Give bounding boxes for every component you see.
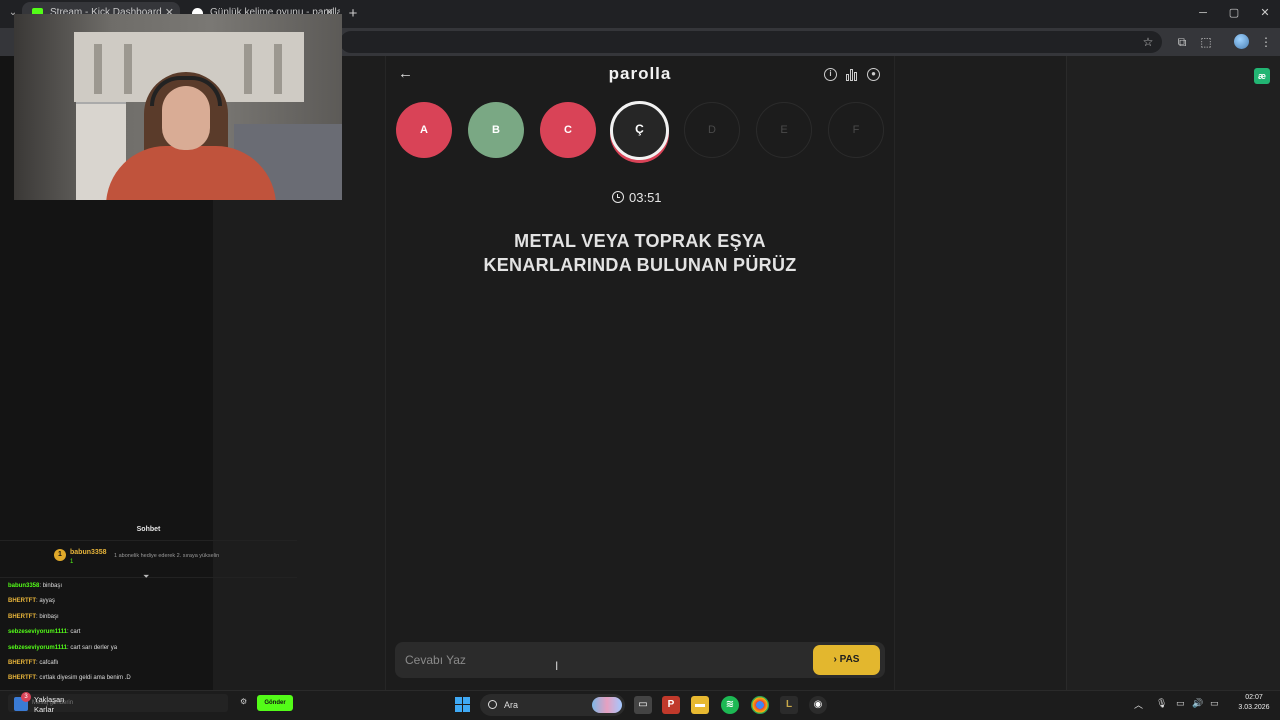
microphone-icon[interactable]: 🎙 (1156, 698, 1167, 709)
chat-username[interactable]: BHERTFT (8, 660, 36, 666)
chat-text: : cafcaflı (36, 659, 59, 666)
bed-rail (94, 44, 102, 94)
chat-text: : binbaşı (39, 583, 63, 589)
bed-rail (244, 44, 252, 94)
chat-username[interactable]: BHERTFT (8, 675, 36, 681)
profile-avatar[interactable] (1234, 34, 1249, 49)
chat-send-button[interactable]: Gönder (257, 695, 293, 711)
pinned-message: 1 abonelik hediye ederek 2. sıraya yükse… (114, 553, 220, 559)
page-title: parolla (608, 64, 672, 83)
chat-text: : binbaşı (36, 613, 59, 620)
taskbar-clock[interactable]: 02:07 3.03.2026 (1232, 693, 1276, 713)
chat-text: : cart (67, 629, 81, 636)
chat-settings-icon[interactable]: ⚙ (240, 697, 247, 706)
weather-widget[interactable]: 3 Yaklaşan Karlar (14, 692, 94, 717)
text-cursor-icon: I (555, 659, 559, 673)
chat-text: : cırtlak diyesim geldi ama benim .D (36, 675, 131, 682)
letter-circle-e: E (756, 102, 812, 158)
chevron-right-icon: › (833, 654, 837, 665)
chat-username[interactable]: babun3358 (8, 583, 39, 589)
bookmark-star-icon[interactable]: ☆ (1140, 34, 1156, 50)
bed-rail (124, 44, 132, 94)
timer: 03:51 (612, 190, 682, 206)
chat-message: sebzeseviyorum1111: cart (8, 628, 208, 643)
chat-username[interactable]: sebzeseviyorum1111 (8, 645, 67, 651)
chat-message: babun3358: binbaşı (8, 582, 208, 597)
tray-chevron-icon[interactable]: ︿ (1134, 698, 1143, 711)
answer-input[interactable] (405, 642, 805, 678)
chat-message: BHERTFT: ayyaş (8, 597, 208, 612)
search-highlight-icon (592, 697, 622, 713)
browser-menu-icon[interactable]: ⋮ (1258, 34, 1274, 50)
info-icon[interactable]: i (824, 68, 837, 81)
chat-message: BHERTFT: cafcaflı (8, 659, 208, 674)
letter-circle-f: F (828, 102, 884, 158)
task-view-icon[interactable]: ▭ (634, 696, 652, 714)
pass-button[interactable]: › PAS (813, 645, 880, 675)
chat-username[interactable]: BHERTFT (8, 614, 36, 620)
extensions-icon[interactable]: ⬚ (1198, 34, 1214, 50)
bed-rail (274, 44, 282, 94)
pinned-username: babun3358 (70, 549, 107, 556)
rank-badge-icon: 1 (54, 549, 66, 561)
search-label: Ara (504, 700, 519, 710)
close-window-button[interactable]: ✕ (1250, 4, 1280, 22)
volume-icon[interactable]: 🔊 (1192, 698, 1203, 709)
scroll-down-icon[interactable]: ⏷ (143, 572, 149, 582)
new-tab-button[interactable]: + (344, 5, 362, 23)
weather-line1: Yaklaşan (34, 695, 65, 704)
search-icon (488, 700, 497, 709)
letter-circle-c: C (540, 102, 596, 158)
profile-icon[interactable]: ● (867, 68, 880, 81)
chat-username[interactable]: BHERTFT (8, 598, 36, 604)
maximize-button[interactable]: ▢ (1219, 4, 1249, 22)
notification-badge: 3 (21, 692, 31, 702)
chat-text: : cart sarı derler ya (67, 644, 118, 651)
chat-message: BHERTFT: cırtlak diyesim geldi ama benim… (8, 674, 208, 689)
obs-icon[interactable]: ◉ (809, 696, 827, 714)
time: 02:07 (1245, 694, 1263, 701)
league-icon[interactable]: L (780, 696, 798, 714)
date: 3.03.2026 (1238, 704, 1270, 711)
minimize-button[interactable]: ─ (1188, 4, 1218, 22)
address-bar[interactable] (340, 31, 1162, 53)
chat-username[interactable]: sebzeseviyorum1111 (8, 629, 67, 635)
letter-circle-current: Ç (610, 101, 669, 160)
question-line: METAL VEYA TOPRAK EŞYA (514, 231, 766, 251)
spotify-icon[interactable]: ≋ (721, 696, 739, 714)
timer-value: 03:51 (629, 190, 662, 205)
chat-message: BHERTFT: binbaşı (8, 613, 208, 628)
display-icon[interactable]: ▭ (1176, 698, 1185, 709)
battery-icon[interactable]: ▭ (1210, 698, 1219, 709)
page-margin-right (895, 56, 1066, 690)
letter-circle-a: A (396, 102, 452, 158)
pass-label: PAS (839, 654, 860, 665)
app-p-icon[interactable]: P (662, 696, 680, 714)
translate-icon[interactable]: ⧉ (1174, 34, 1190, 50)
webcam-overlay (14, 14, 342, 200)
pinned-count: 1 (70, 559, 74, 565)
file-explorer-icon[interactable]: ▬ (691, 696, 709, 714)
letter-circle-b: B (468, 102, 524, 158)
chat-message-list: babun3358: binbaşı BHERTFT: ayyaş BHERTF… (8, 582, 208, 690)
chrome-icon[interactable] (751, 696, 769, 714)
answer-bar: › PAS (395, 642, 885, 678)
chat-text: : ayyaş (36, 598, 56, 605)
clock-icon (612, 191, 624, 203)
side-panel (1066, 56, 1280, 690)
windows-start-icon[interactable] (455, 697, 471, 713)
stats-icon[interactable] (846, 68, 859, 81)
back-arrow-icon[interactable]: ← (398, 66, 414, 82)
taskbar-search[interactable]: Ara (480, 694, 625, 716)
extension-badge-icon[interactable]: æ (1254, 68, 1270, 84)
letter-circle-d: D (684, 102, 740, 158)
chat-message: sebzeseviyorum1111: cart sarı derler ya (8, 644, 208, 659)
question-text: METAL VEYA TOPRAK EŞYA KENARLARINDA BULU… (430, 229, 850, 277)
question-line: KENARLARINDA BULUNAN PÜRÜZ (483, 255, 797, 275)
chat-title: Sohbet (136, 526, 161, 533)
weather-line2: Karlar (34, 705, 55, 714)
